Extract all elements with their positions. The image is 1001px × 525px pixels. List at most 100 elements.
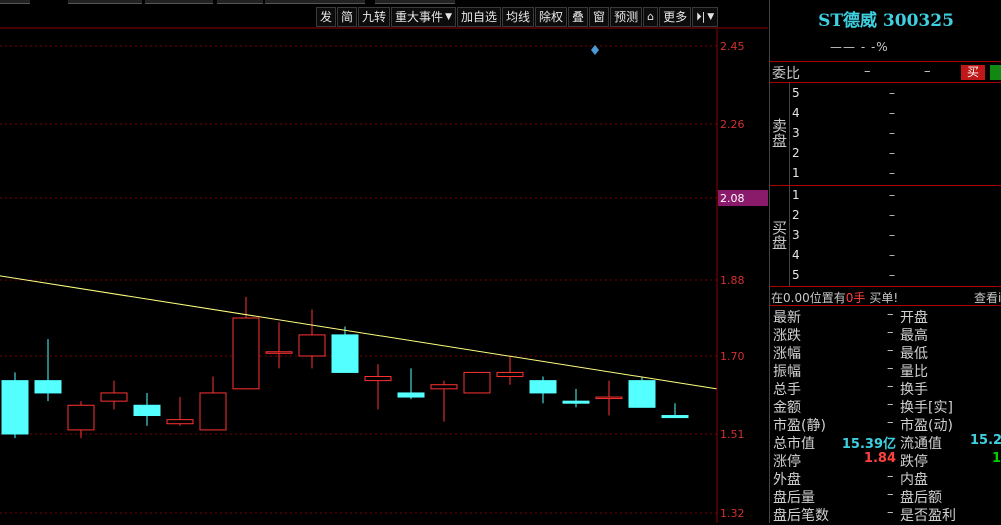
quote-value: 15.25 [970, 433, 1001, 448]
buy-level-num: 2 [792, 208, 800, 222]
stock-title[interactable]: ST德威 300325 [770, 6, 1001, 31]
chevron-down-icon: ▼ [707, 12, 715, 22]
candle-body [166, 419, 194, 425]
buy-side-label: 买盘 [770, 220, 788, 250]
quote-value-empty: – [887, 469, 894, 484]
event-marker-icon[interactable] [591, 45, 599, 55]
candle[interactable] [133, 392, 161, 426]
quote-label: 是否盈利 [900, 508, 956, 524]
candle-body [661, 415, 689, 419]
candle-body [496, 371, 524, 378]
sell-level-price: – [889, 86, 895, 100]
candle[interactable] [232, 296, 260, 390]
quote-label: 外盘 [773, 472, 801, 488]
candle-body [265, 351, 293, 354]
buy-button[interactable]: 买 [961, 65, 985, 80]
toolbar-item-2[interactable]: 九转 [358, 7, 391, 27]
buy-level-num: 3 [792, 228, 800, 242]
chart-toolbar: 发简九转 重大事件 ▼ 加自选 均线 除权叠窗预测 ⌂ 更多 ⏵| ▼ [316, 7, 719, 27]
toolbar-item-4[interactable]: 加自选 [456, 7, 501, 27]
buy-level-price: – [889, 268, 895, 282]
candle[interactable] [463, 371, 491, 394]
candle-body [133, 404, 161, 417]
quote-label: 总手 [773, 382, 801, 398]
candle[interactable] [265, 322, 293, 369]
quote-label: 盘后笔数 [773, 508, 829, 524]
candle[interactable] [661, 403, 689, 419]
candle[interactable] [298, 309, 326, 369]
candle[interactable] [430, 380, 458, 422]
toolbar-item-1[interactable]: 简 [337, 7, 358, 27]
candle-body [100, 392, 128, 402]
buy-level-num: 4 [792, 248, 800, 262]
sell-button[interactable] [990, 65, 1001, 80]
candle[interactable] [166, 397, 194, 426]
candle-body [628, 380, 656, 408]
next-icon: ⏵| [696, 10, 706, 23]
toolbar-item-3[interactable]: 重大事件 ▼ [391, 7, 456, 27]
quote-label: 开盘 [900, 310, 928, 326]
toolbar-item-11[interactable]: 更多 [659, 7, 692, 27]
price-tick-label: 1.32 [720, 507, 745, 520]
position-alert: 在0.00位置有0手 买单! [771, 291, 899, 305]
candle-body [562, 400, 590, 404]
quote-label: 流通值 [900, 436, 942, 452]
lock-icon: ⌂ [647, 10, 655, 23]
candle[interactable] [199, 376, 227, 431]
toolbar-item-9[interactable]: 预测 [610, 7, 643, 27]
toolbar-item-7[interactable]: 叠 [568, 7, 589, 27]
candle-body [463, 371, 491, 394]
quote-label: 盘后量 [773, 490, 815, 506]
sell-level-price: – [889, 126, 895, 140]
price-tick-label: 2.26 [720, 118, 745, 131]
toolbar-item-8[interactable]: 窗 [589, 7, 610, 27]
price-tick-label: 2.08 [720, 192, 745, 205]
candle[interactable] [34, 339, 62, 402]
candle[interactable] [595, 380, 623, 416]
quote-value: 1 [992, 451, 1001, 466]
quote-label: 量比 [900, 364, 928, 380]
candle[interactable] [628, 376, 656, 408]
quote-value-empty: – [887, 397, 894, 412]
buy-level-num: 5 [792, 268, 800, 282]
candle[interactable] [562, 388, 590, 408]
candle[interactable] [529, 376, 557, 404]
quote-label: 涨停 [773, 454, 801, 470]
candle[interactable] [397, 368, 425, 400]
sell-level-price: – [889, 166, 895, 180]
chevron-down-icon: ▼ [445, 12, 452, 22]
toolbar-item-0[interactable]: 发 [316, 7, 337, 27]
quote-label: 最新 [773, 310, 801, 326]
weibi-value: – [864, 64, 871, 79]
candle[interactable] [331, 326, 359, 373]
toolbar-item-5[interactable]: 均线 [502, 7, 535, 27]
sell-level-num: 4 [792, 106, 800, 120]
lock-icon[interactable]: ⌂ [643, 7, 659, 27]
candle[interactable] [496, 356, 524, 385]
price-tick-label: 2.45 [720, 40, 745, 53]
candle[interactable] [100, 380, 128, 410]
candle[interactable] [67, 401, 95, 439]
price-tick-label: 1.70 [720, 350, 745, 363]
quote-value-empty: – [887, 379, 894, 394]
quote-label: 跌停 [900, 454, 928, 470]
candle-body [34, 380, 62, 394]
candle-body [199, 392, 227, 431]
view-details-link[interactable]: 查看i [974, 289, 1001, 306]
candle-body [529, 380, 557, 394]
candlestick-chart[interactable]: 2.45 2.26 2.08 1.88 1.70 1.51 1.32 [0, 0, 768, 523]
toolbar-item-6[interactable]: 除权 [535, 7, 568, 27]
next-icon[interactable]: ⏵| ▼ [692, 7, 719, 27]
quote-panel: ST德威 300325 —— - -% 委比 – – 买 卖盘 5 – 4 – 3 – 2 –… [769, 0, 1001, 524]
quote-label: 涨跌 [773, 328, 801, 344]
top-strip [0, 0, 768, 6]
quote-label: 金额 [773, 400, 801, 416]
candle[interactable] [364, 364, 392, 410]
quote-label: 换手 [900, 382, 928, 398]
candle-body [595, 396, 623, 400]
sell-level-num: 1 [792, 166, 800, 180]
candle[interactable] [1, 372, 29, 439]
quote-label: 最低 [900, 346, 928, 362]
price-tick-label: 1.88 [720, 274, 745, 287]
weibi-diff: – [924, 64, 931, 79]
